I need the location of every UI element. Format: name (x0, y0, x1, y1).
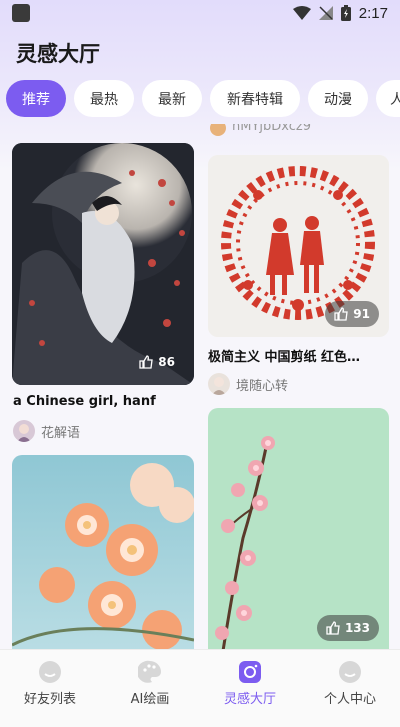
like-button[interactable]: 91 (325, 301, 379, 327)
thumbs-up-icon (139, 355, 154, 369)
author[interactable]: 境随心转 (208, 373, 288, 395)
category-tabs: 推荐 最热 最新 新春特辑 动漫 人 (0, 80, 400, 118)
battery-icon (340, 5, 351, 21)
artwork-card-paper-cut[interactable]: 91 (208, 155, 389, 337)
like-count: 133 (344, 621, 370, 635)
artwork-card-peach-blossoms[interactable] (12, 455, 194, 651)
avatar (210, 124, 226, 136)
nav-personal-center[interactable]: 个人中心 (300, 650, 400, 727)
author[interactable]: 花解语 (13, 420, 80, 442)
no-signal-icon (318, 6, 333, 20)
artwork-image (12, 455, 194, 651)
camera-icon (239, 661, 261, 683)
nav-label: 个人中心 (323, 692, 376, 707)
nav-label: 好友列表 (23, 692, 76, 707)
face-icon (339, 661, 361, 683)
palette-icon (138, 660, 161, 683)
page-title: 灵感大厅 (16, 42, 100, 66)
author-name: 境随心转 (236, 378, 289, 394)
nav-label: AI绘画 (130, 692, 170, 707)
nav-label: 灵感大厅 (223, 692, 276, 707)
avatar (208, 373, 230, 395)
tab-new-year-special[interactable]: 新春特辑 (210, 80, 300, 117)
author-name: hMYjbDxcz9 (232, 124, 311, 134)
artwork-title: 极简主义 中国剪纸 红色… (208, 350, 361, 365)
nav-inspiration-hall[interactable]: 灵感大厅 (200, 650, 300, 727)
tab-recommend[interactable]: 推荐 (6, 80, 66, 117)
bottom-nav: 好友列表 AI绘画 灵感大厅 个人中心 (0, 649, 400, 727)
status-time: 2:17 (358, 4, 388, 22)
nav-ai-drawing[interactable]: AI绘画 (100, 650, 200, 727)
author-partial[interactable]: hMYjbDxcz9 (210, 124, 311, 140)
like-count: 91 (353, 307, 370, 321)
thumbs-up-icon (334, 307, 349, 321)
tab-newest[interactable]: 最新 (142, 80, 202, 117)
face-icon (39, 661, 61, 683)
wifi-icon (292, 6, 311, 20)
notification-icon (12, 4, 30, 22)
nav-friends-list[interactable]: 好友列表 (0, 650, 100, 727)
like-button[interactable]: 86 (130, 349, 184, 375)
tab-anime[interactable]: 动漫 (308, 80, 368, 117)
tab-people[interactable]: 人 (376, 80, 400, 117)
status-bar: 2:17 (0, 0, 400, 26)
author-name: 花解语 (41, 425, 81, 441)
thumbs-up-icon (326, 621, 340, 635)
like-button[interactable]: 133 (316, 615, 379, 641)
like-count: 86 (158, 355, 175, 369)
artwork-card-chinese-girl[interactable]: 86 (12, 143, 194, 385)
artwork-card-pink-blossom[interactable]: 133 (208, 408, 389, 651)
avatar (13, 420, 35, 442)
tab-hottest[interactable]: 最热 (74, 80, 134, 117)
artwork-title: a Chinese girl, hanf (13, 394, 156, 409)
